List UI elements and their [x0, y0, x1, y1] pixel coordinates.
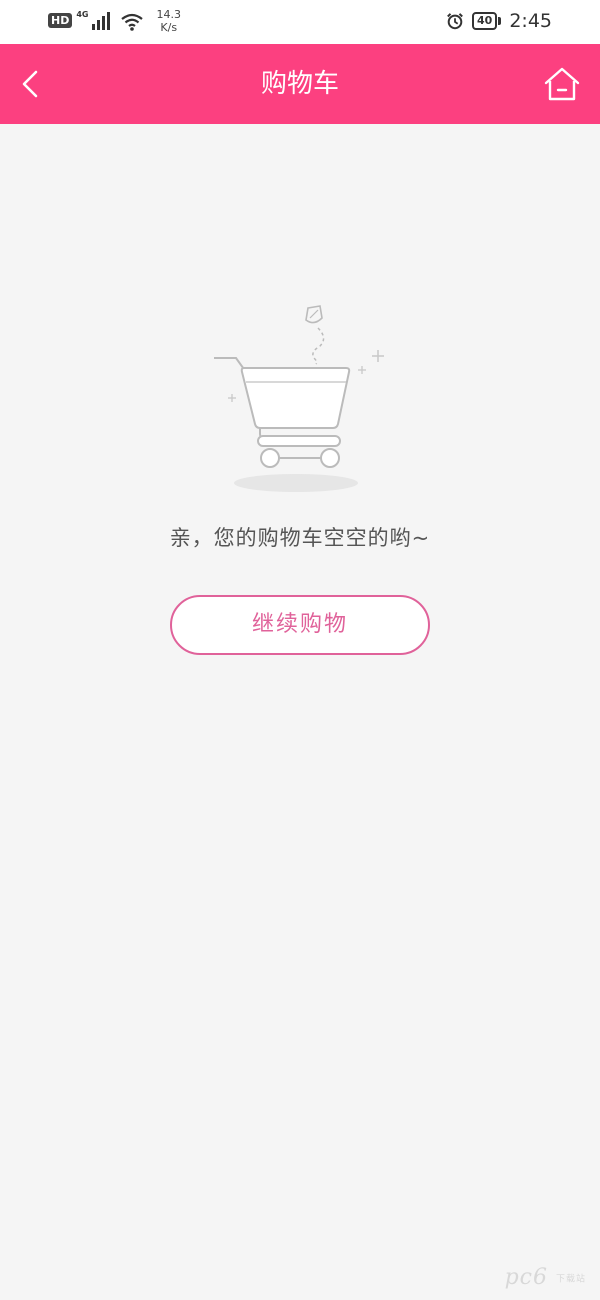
status-left: HD 4G 14.3 K/s — [48, 8, 181, 38]
alarm-icon — [447, 13, 463, 30]
empty-cart-panel: 亲，您的购物车空空的哟~ 继续购物 — [14, 138, 586, 762]
chevron-left-icon — [22, 70, 38, 98]
battery-tip — [498, 17, 502, 25]
empty-cart-icon — [214, 305, 384, 492]
network-type-label: 4G — [76, 10, 89, 19]
continue-shopping-button[interactable]: 继续购物 — [170, 595, 430, 655]
page-title: 购物车 — [260, 69, 339, 99]
speed-unit: K/s — [160, 21, 178, 34]
watermark: pc6 下载站 — [505, 1265, 586, 1290]
empty-cart-message: 亲，您的购物车空空的哟~ — [169, 526, 431, 550]
wifi-icon — [121, 13, 144, 31]
home-button[interactable] — [540, 62, 584, 106]
signal-icon — [92, 12, 111, 30]
back-button[interactable] — [12, 64, 52, 104]
watermark-brand: pc6 — [504, 1265, 548, 1290]
status-bar: HD 4G 14.3 K/s 40 2:45 — [0, 0, 600, 44]
network-speed: 14.3 K/s — [156, 8, 181, 34]
speed-value: 14.3 — [156, 8, 181, 21]
watermark-text: 下载站 — [555, 1274, 586, 1285]
app-header: 购物车 — [0, 44, 600, 124]
battery-level: 40 — [472, 12, 498, 30]
hd-badge: HD — [48, 13, 73, 28]
home-icon — [544, 67, 580, 101]
status-right: 40 2:45 — [446, 10, 552, 32]
clock-time: 2:45 — [509, 10, 552, 32]
battery-icon: 40 — [472, 12, 502, 30]
